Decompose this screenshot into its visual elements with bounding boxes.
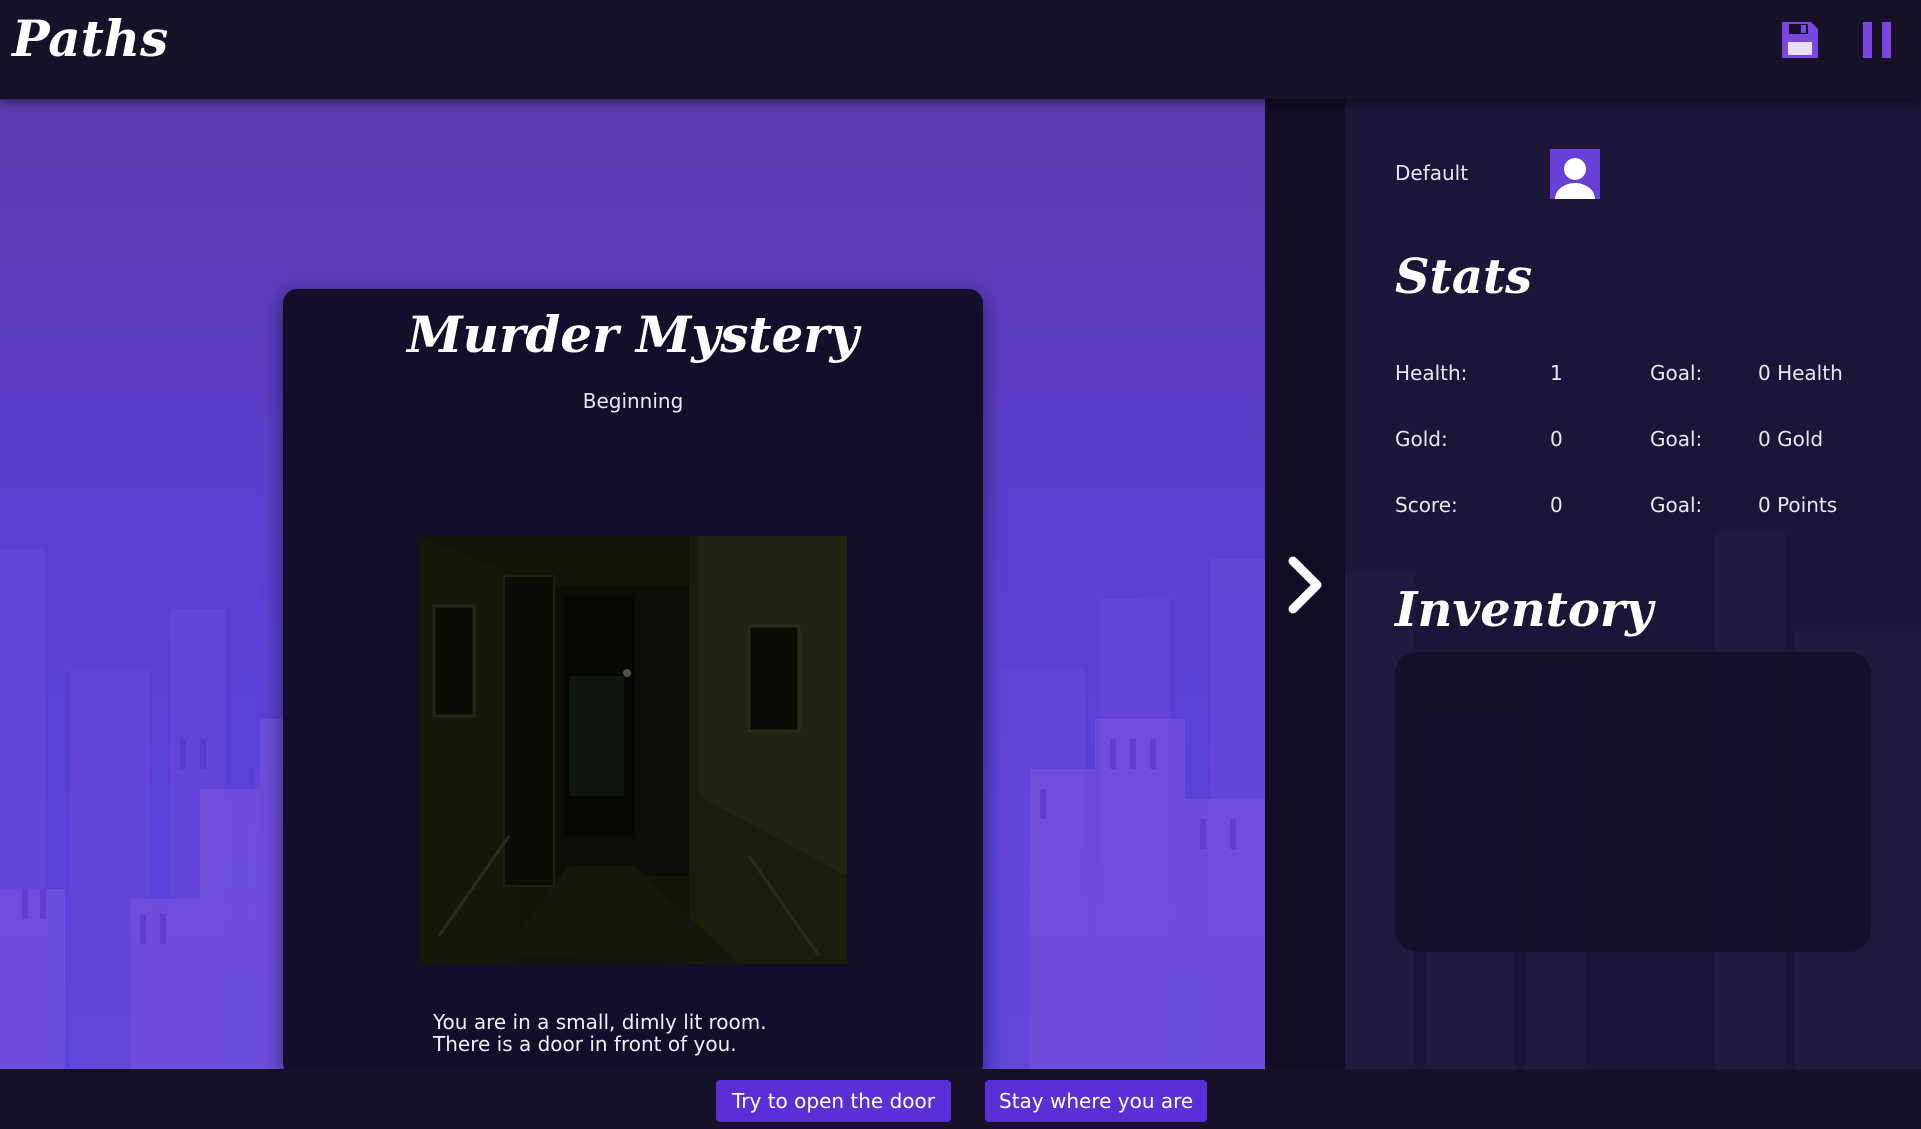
inventory-box	[1395, 652, 1871, 952]
passage-title: Beginning	[582, 389, 684, 413]
story-title: Murder Mystery	[407, 305, 859, 364]
stat-gold-label: Gold:	[1395, 427, 1448, 451]
floppy-disk-icon	[1782, 22, 1818, 58]
passage-text-line-2: There is a door in front of you.	[433, 1032, 737, 1056]
dark-hallway-image	[419, 536, 847, 964]
passage-text-line-1: You are in a small, dimly lit room.	[433, 1010, 767, 1034]
story-card: Murder Mystery Beginning You are in a sm…	[283, 289, 983, 1069]
next-button[interactable]	[1285, 555, 1325, 615]
pause-button[interactable]	[1855, 18, 1899, 62]
passage-text: You are in a small, dimly lit room. Ther…	[433, 1011, 853, 1055]
avatar[interactable]	[1550, 149, 1600, 199]
stat-health-goal-label: Goal:	[1650, 361, 1703, 385]
player-name: Default	[1395, 161, 1469, 185]
passage-image	[419, 536, 847, 964]
choice-open-door-button[interactable]: Try to open the door	[716, 1080, 951, 1122]
inventory-title: Inventory	[1395, 582, 1654, 638]
stat-score-goal-value: 0 Points	[1758, 493, 1838, 517]
player-panel: Default Stats Health: 1 Goal: 0 Health G…	[1345, 99, 1921, 1071]
choice-stay-button[interactable]: Stay where you are	[985, 1080, 1207, 1122]
app-logo: Paths	[12, 9, 169, 68]
stat-score-goal-label: Goal:	[1650, 493, 1703, 517]
scene-area: Murder Mystery Beginning You are in a sm…	[0, 99, 1265, 1069]
stat-gold-goal-label: Goal:	[1650, 427, 1703, 451]
chevron-right-icon	[1288, 556, 1322, 614]
user-avatar-icon	[1555, 158, 1595, 199]
stat-health-value: 1	[1550, 361, 1563, 385]
stat-score-value: 0	[1550, 493, 1563, 517]
stat-gold-value: 0	[1550, 427, 1563, 451]
stats-title: Stats	[1395, 249, 1533, 305]
stat-health-goal-value: 0 Health	[1758, 361, 1843, 385]
stat-score-label: Score:	[1395, 493, 1458, 517]
choices-bar	[0, 1069, 1921, 1129]
top-bar: Paths	[0, 0, 1921, 99]
stat-gold-goal-value: 0 Gold	[1758, 427, 1824, 451]
stat-health-label: Health:	[1395, 361, 1468, 385]
pause-icon	[1863, 22, 1891, 58]
save-button[interactable]	[1778, 18, 1822, 62]
